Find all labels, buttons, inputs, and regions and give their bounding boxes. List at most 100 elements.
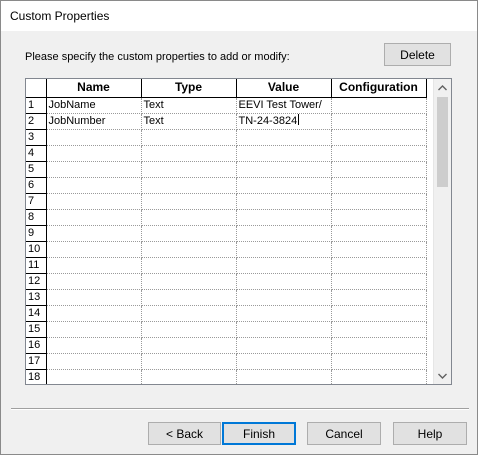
chevron-down-icon[interactable] — [434, 367, 451, 384]
table-row[interactable]: 17 — [26, 353, 427, 370]
cell-name[interactable] — [46, 369, 142, 384]
cell-configuration[interactable] — [331, 273, 427, 290]
cell-name[interactable] — [46, 225, 142, 242]
table-row[interactable]: 9 — [26, 225, 427, 242]
cell-value[interactable] — [236, 145, 332, 162]
cell-name[interactable] — [46, 289, 142, 306]
cell-name[interactable] — [46, 273, 142, 290]
cell-value[interactable] — [236, 273, 332, 290]
cell-name[interactable] — [46, 353, 142, 370]
cell-configuration[interactable] — [331, 97, 427, 114]
cell-value[interactable]: EEVI Test Tower/ — [236, 97, 332, 114]
help-button[interactable]: Help — [393, 422, 467, 445]
cell-type[interactable] — [141, 145, 237, 162]
cell-configuration[interactable] — [331, 145, 427, 162]
table-row[interactable]: 10 — [26, 241, 427, 258]
table-row[interactable]: 14 — [26, 305, 427, 322]
cell-name[interactable] — [46, 129, 142, 146]
cell-configuration[interactable] — [331, 225, 427, 242]
table-row[interactable]: 18 — [26, 369, 427, 384]
table-row[interactable]: 15 — [26, 321, 427, 338]
cell-configuration[interactable] — [331, 257, 427, 274]
cell-value[interactable] — [236, 321, 332, 338]
cell-configuration[interactable] — [331, 337, 427, 354]
cell-type[interactable] — [141, 353, 237, 370]
cell-value[interactable] — [236, 129, 332, 146]
cell-value[interactable] — [236, 209, 332, 226]
cell-type[interactable] — [141, 129, 237, 146]
cell-configuration[interactable] — [331, 209, 427, 226]
cell-value[interactable] — [236, 193, 332, 210]
cell-configuration[interactable] — [331, 129, 427, 146]
cell-type[interactable] — [141, 257, 237, 274]
table-row[interactable]: 16 — [26, 337, 427, 354]
table-row[interactable]: 6 — [26, 177, 427, 194]
cell-name[interactable]: JobName — [46, 97, 142, 114]
cell-configuration[interactable] — [331, 177, 427, 194]
delete-button[interactable]: Delete — [384, 43, 451, 66]
table-row[interactable]: 1 JobName Text EEVI Test Tower/ — [26, 97, 427, 114]
chevron-up-icon[interactable] — [434, 79, 451, 96]
table-row[interactable]: 4 — [26, 145, 427, 162]
cell-type[interactable] — [141, 337, 237, 354]
cell-name[interactable] — [46, 145, 142, 162]
cell-configuration[interactable] — [331, 241, 427, 258]
cell-value[interactable] — [236, 241, 332, 258]
cell-configuration[interactable] — [331, 193, 427, 210]
cell-value[interactable] — [236, 161, 332, 178]
finish-button[interactable]: Finish — [222, 422, 296, 445]
column-header-configuration[interactable]: Configuration — [331, 79, 427, 98]
table-row[interactable]: 11 — [26, 257, 427, 274]
title-bar[interactable]: Custom Properties — [1, 1, 477, 31]
cell-type[interactable] — [141, 193, 237, 210]
table-row[interactable]: 12 — [26, 273, 427, 290]
cell-value[interactable] — [236, 257, 332, 274]
cancel-button[interactable]: Cancel — [307, 422, 381, 445]
table-row[interactable]: 7 — [26, 193, 427, 210]
cell-configuration[interactable] — [331, 321, 427, 338]
cell-value[interactable] — [236, 177, 332, 194]
cell-type[interactable] — [141, 177, 237, 194]
cell-value[interactable] — [236, 337, 332, 354]
cell-configuration[interactable] — [331, 113, 427, 130]
table-row[interactable]: 2 JobNumber Text TN-24-3824 — [26, 113, 427, 130]
cell-name[interactable] — [46, 337, 142, 354]
table-row[interactable]: 5 — [26, 161, 427, 178]
cell-configuration[interactable] — [331, 289, 427, 306]
cell-value[interactable] — [236, 305, 332, 322]
cell-name[interactable] — [46, 321, 142, 338]
cell-value[interactable] — [236, 225, 332, 242]
cell-type[interactable]: Text — [141, 113, 237, 130]
table-row[interactable]: 3 — [26, 129, 427, 146]
cell-name[interactable] — [46, 305, 142, 322]
cell-configuration[interactable] — [331, 161, 427, 178]
vertical-scrollbar[interactable] — [433, 79, 451, 384]
column-header-value[interactable]: Value — [236, 79, 332, 98]
column-header-name[interactable]: Name — [46, 79, 142, 98]
cell-name[interactable] — [46, 177, 142, 194]
cell-name[interactable] — [46, 209, 142, 226]
cell-name[interactable] — [46, 241, 142, 258]
table-row[interactable]: 13 — [26, 289, 427, 306]
table-row[interactable]: 8 — [26, 209, 427, 226]
cell-configuration[interactable] — [331, 353, 427, 370]
cell-configuration[interactable] — [331, 305, 427, 322]
cell-value[interactable]: TN-24-3824 — [236, 113, 332, 130]
cell-type[interactable]: Text — [141, 97, 237, 114]
cell-value[interactable] — [236, 353, 332, 370]
cell-type[interactable] — [141, 225, 237, 242]
cell-name[interactable] — [46, 257, 142, 274]
cell-type[interactable] — [141, 305, 237, 322]
cell-name[interactable]: JobNumber — [46, 113, 142, 130]
cell-value[interactable] — [236, 369, 332, 384]
back-button[interactable]: < Back — [148, 422, 221, 445]
cell-configuration[interactable] — [331, 369, 427, 384]
cell-name[interactable] — [46, 161, 142, 178]
cell-type[interactable] — [141, 289, 237, 306]
cell-type[interactable] — [141, 209, 237, 226]
cell-type[interactable] — [141, 369, 237, 384]
cell-type[interactable] — [141, 241, 237, 258]
cell-type[interactable] — [141, 273, 237, 290]
cell-type[interactable] — [141, 161, 237, 178]
cell-value[interactable] — [236, 289, 332, 306]
